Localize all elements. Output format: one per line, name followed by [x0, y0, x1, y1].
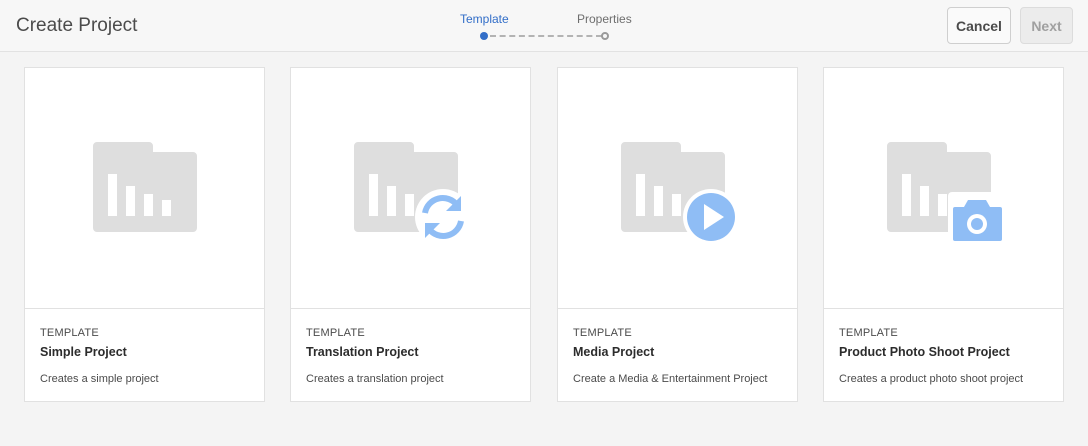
next-button[interactable]: Next: [1020, 7, 1073, 44]
step-properties-label[interactable]: Properties: [577, 12, 632, 26]
template-card-simple-project[interactable]: TEMPLATE Simple Project Creates a simple…: [24, 67, 265, 402]
cancel-button[interactable]: Cancel: [947, 7, 1011, 44]
card-description: Creates a simple project: [40, 373, 159, 385]
template-card-media-project[interactable]: TEMPLATE Media Project Create a Media & …: [557, 67, 798, 402]
card-kind-label: TEMPLATE: [306, 327, 365, 339]
card-title: Media Project: [573, 345, 655, 359]
card-description: Create a Media & Entertainment Project: [573, 373, 768, 385]
page-title: Create Project: [16, 15, 138, 36]
folder-chart-icon: [93, 142, 197, 232]
template-card-product-photo-shoot-project[interactable]: TEMPLATE Product Photo Shoot Project Cre…: [823, 67, 1064, 402]
step-template-label[interactable]: Template: [460, 12, 509, 26]
header-bar: Create Project Template Properties Cance…: [0, 0, 1088, 52]
play-icon: [683, 189, 739, 245]
card-description: Creates a product photo shoot project: [839, 373, 1024, 385]
card-description: Creates a translation project: [306, 373, 444, 385]
card-title: Translation Project: [306, 345, 419, 359]
template-thumbnail: [558, 68, 797, 309]
template-thumbnail: [25, 68, 264, 309]
card-title: Simple Project: [40, 345, 127, 359]
step-connector: [490, 35, 602, 37]
refresh-icon: [415, 189, 471, 245]
step-properties-dot[interactable]: [601, 32, 609, 40]
template-thumbnail: [824, 68, 1063, 309]
card-title: Product Photo Shoot Project: [839, 345, 1010, 359]
card-kind-label: TEMPLATE: [40, 327, 99, 339]
card-kind-label: TEMPLATE: [839, 327, 898, 339]
camera-icon: [948, 192, 1006, 244]
template-card-translation-project[interactable]: TEMPLATE Translation Project Creates a t…: [290, 67, 531, 402]
template-thumbnail: [291, 68, 530, 309]
step-template-dot[interactable]: [480, 32, 488, 40]
card-kind-label: TEMPLATE: [573, 327, 632, 339]
